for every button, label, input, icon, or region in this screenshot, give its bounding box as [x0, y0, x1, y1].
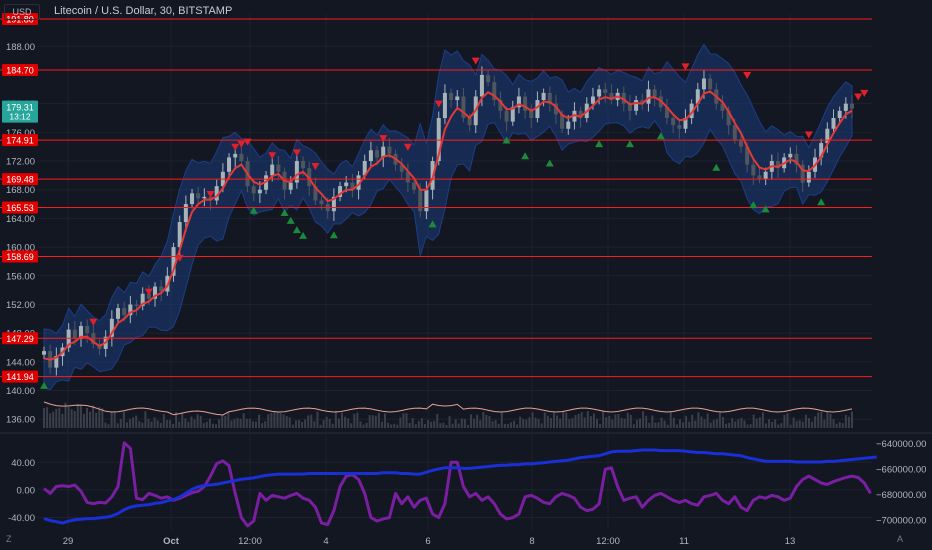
time-tick-label: 6: [425, 536, 430, 547]
price-tick-label: 140.00: [6, 386, 35, 397]
candle-body: [455, 96, 460, 101]
candle-body: [344, 182, 349, 187]
osc-tick-label: -40.00: [8, 513, 35, 524]
symbol-title: Litecoin / U.S. Dollar, 30, BITSTAMP: [54, 5, 233, 17]
candle-body: [677, 125, 682, 129]
level-tag-label: 184.70: [6, 65, 34, 75]
level-tag-label: 158.69: [6, 252, 34, 262]
price-tick-label: 168.00: [6, 185, 35, 196]
time-tick-label: Oct: [163, 536, 180, 547]
candle-body: [806, 171, 811, 183]
candle-body: [375, 150, 380, 158]
candle-body: [227, 157, 232, 172]
candle-body: [116, 308, 121, 319]
candle-body: [479, 74, 484, 97]
candle-body: [837, 110, 842, 118]
price-tick-label: 164.00: [6, 214, 35, 225]
candle-body: [671, 118, 676, 126]
candle-body: [763, 171, 768, 179]
price-tick-label: 188.00: [6, 42, 35, 53]
candle-body: [418, 189, 423, 212]
candle-body: [486, 74, 491, 83]
candle-body: [831, 118, 836, 129]
time-tick-label: 12:00: [596, 536, 620, 547]
candle-body: [634, 100, 639, 111]
osc-right-tick-label: −700000.00: [876, 515, 926, 526]
candle-body: [196, 193, 201, 199]
candle-body: [233, 153, 238, 158]
candle-body: [134, 304, 139, 306]
time-axis[interactable]: 29 Oct 12:00 4 6 8 12:00 11 13: [63, 536, 796, 547]
osc-tick-label: 0.00: [17, 485, 36, 496]
candle-body: [424, 189, 429, 212]
candle-body: [442, 92, 447, 118]
candle-body: [597, 89, 602, 97]
candle-body: [751, 164, 756, 176]
chart-canvas[interactable]: 188.00180.00176.00172.00168.00164.00160.…: [0, 0, 932, 550]
candle-body: [449, 92, 454, 101]
time-tick-label: 8: [529, 536, 534, 547]
candle-body: [270, 164, 275, 176]
candle-body: [288, 182, 293, 190]
candle-body: [319, 200, 324, 205]
countdown-label: 13:12: [9, 112, 31, 122]
time-tick-label: 4: [323, 536, 328, 547]
candle-body: [276, 164, 281, 172]
time-tick-label: 13: [785, 536, 796, 547]
price-tick-label: 144.00: [6, 357, 35, 368]
currency-button[interactable]: USD: [4, 4, 40, 20]
candle-body: [239, 153, 244, 162]
osc-right-tick-label: −640000.00: [876, 439, 926, 450]
candle-body: [72, 329, 77, 339]
candle-body: [541, 92, 546, 101]
level-tag-label: 141.94: [6, 372, 34, 382]
candle-body: [42, 351, 46, 355]
candle-body: [122, 308, 127, 316]
candle-body: [387, 146, 392, 154]
candle-body: [843, 103, 848, 111]
osc-tick-label: 40.00: [11, 458, 35, 469]
osc-right-tick-label: −680000.00: [876, 490, 926, 501]
price-tick-label: 156.00: [6, 271, 35, 282]
candle-body: [301, 161, 306, 169]
candle-body: [566, 121, 571, 129]
candle-body: [368, 150, 373, 162]
candle-body: [412, 182, 417, 190]
candle-body: [251, 186, 256, 194]
candle-body: [183, 204, 188, 222]
candle-body: [732, 125, 737, 140]
candle-body: [757, 175, 762, 179]
candle-body: [708, 78, 713, 90]
level-tag-label: 165.53: [6, 203, 34, 213]
candle-body: [701, 78, 706, 90]
candle-body: [590, 96, 595, 104]
price-tick-label: 136.00: [6, 415, 35, 426]
candle-body: [202, 196, 207, 199]
candle-body: [788, 153, 793, 158]
candle-body: [646, 89, 651, 104]
level-tag-label: 147.29: [6, 334, 34, 344]
candle-body: [603, 89, 608, 93]
level-tag-label: 169.48: [6, 175, 34, 185]
level-tag-label: 174.91: [6, 136, 34, 146]
time-tick-label: 11: [679, 536, 689, 547]
candle-body: [85, 326, 90, 334]
candle-body: [504, 110, 509, 122]
candle-body: [850, 103, 854, 109]
time-tick-label: 12:00: [238, 536, 262, 547]
price-tick-label: 172.00: [6, 157, 35, 168]
candle-body: [257, 189, 262, 194]
candle-body: [190, 193, 195, 205]
time-tick-label: 29: [63, 536, 74, 547]
candle-body: [652, 89, 657, 97]
osc-right-tick-label: −660000.00: [876, 465, 926, 476]
zoom-button[interactable]: Z: [6, 534, 12, 544]
auto-scale-button[interactable]: A: [897, 534, 903, 544]
price-tick-label: 152.00: [6, 300, 35, 311]
